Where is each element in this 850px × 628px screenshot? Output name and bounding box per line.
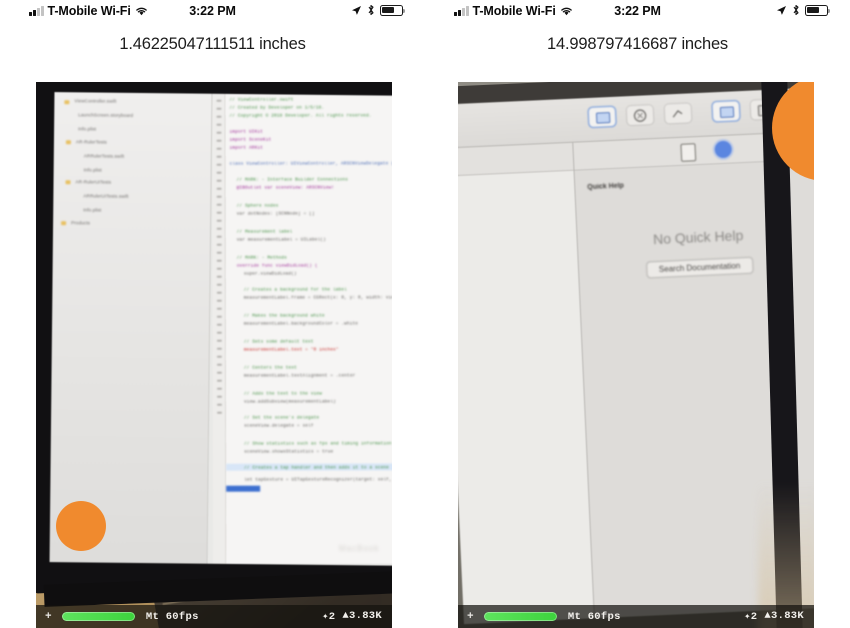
dual-screenshot-comparison: T-Mobile Wi-Fi 3:22 PM 1.46225047111511 … (0, 0, 850, 628)
status-bar-left: T-Mobile Wi-Fi 3:22 PM (0, 0, 425, 24)
file-inspector-icon[interactable] (680, 143, 697, 162)
bluetooth-icon (368, 4, 374, 16)
editor-panel-icon[interactable] (712, 101, 740, 122)
quick-help-icon[interactable] (664, 103, 692, 124)
hud-add-icon[interactable]: + (467, 611, 474, 623)
hud-features-label: ▲3.83K (342, 610, 382, 622)
laptop-screen-xcode: ViewController.swift LaunchScreen.storyb… (49, 92, 392, 566)
hud-add-icon[interactable]: + (45, 611, 52, 623)
hud-mode-label: Mt 60fps (145, 610, 199, 623)
quick-help-title: Quick Help (587, 182, 625, 192)
camera-hud-right: + Mt 60fps ✦2 ▲3.83K (458, 605, 814, 628)
laptop-brand-logo: MacBook (339, 544, 380, 553)
camera-photo-right: Quick Help No Quick Help Search Document… (458, 82, 814, 628)
phone-screenshot-left: T-Mobile Wi-Fi 3:22 PM 1.46225047111511 … (0, 0, 425, 628)
clock-label: 3:22 PM (189, 4, 236, 18)
battery-icon (380, 4, 406, 16)
hud-mode-label: Mt 60fps (567, 610, 621, 623)
battery-icon (805, 4, 831, 16)
hud-stats-group: ✦2 ▲3.83K (744, 610, 804, 623)
phone-screenshot-right: T-Mobile Wi-Fi 3:22 PM 14.998797416687 i… (425, 0, 850, 628)
xcode-project-navigator: ViewController.swift LaunchScreen.storyb… (49, 92, 213, 564)
xcode-source-editor: // ViewController.swift // Created by De… (212, 93, 392, 564)
bluetooth-icon (793, 4, 799, 16)
search-documentation-button[interactable]: Search Documentation (645, 256, 754, 279)
measurement-label-left: 1.46225047111511 inches (119, 35, 306, 53)
hud-exposure-meter (483, 612, 557, 621)
measurement-label-right: 14.998797416687 inches (547, 35, 728, 53)
status-bar-right-group (776, 4, 831, 16)
help-circle-icon[interactable] (626, 105, 654, 126)
hud-points-label: ✦2 (322, 611, 336, 623)
camera-photo-left: ViewController.swift LaunchScreen.storyb… (36, 82, 392, 628)
location-arrow-icon (352, 5, 361, 15)
clock-label: 3:22 PM (614, 4, 661, 18)
hud-points-label: ✦2 (744, 611, 758, 623)
hud-stats-group: ✦2 ▲3.83K (322, 610, 382, 623)
location-arrow-icon (777, 5, 786, 15)
editor-line-gutter (212, 93, 227, 564)
quick-help-inspector-icon[interactable] (714, 140, 733, 159)
inspector-panel-icon[interactable] (588, 106, 616, 127)
ar-anchor-dot-left (56, 501, 106, 551)
status-bar-right-group (351, 4, 406, 16)
status-bar-right: T-Mobile Wi-Fi 3:22 PM (425, 0, 850, 24)
editor-area (458, 170, 594, 625)
scene-laptop-quick-help: Quick Help No Quick Help Search Document… (458, 82, 814, 628)
hud-features-label: ▲3.83K (764, 610, 804, 622)
hud-exposure-meter (61, 612, 135, 621)
camera-hud-left: + Mt 60fps ✦2 ▲3.83K (36, 605, 392, 628)
